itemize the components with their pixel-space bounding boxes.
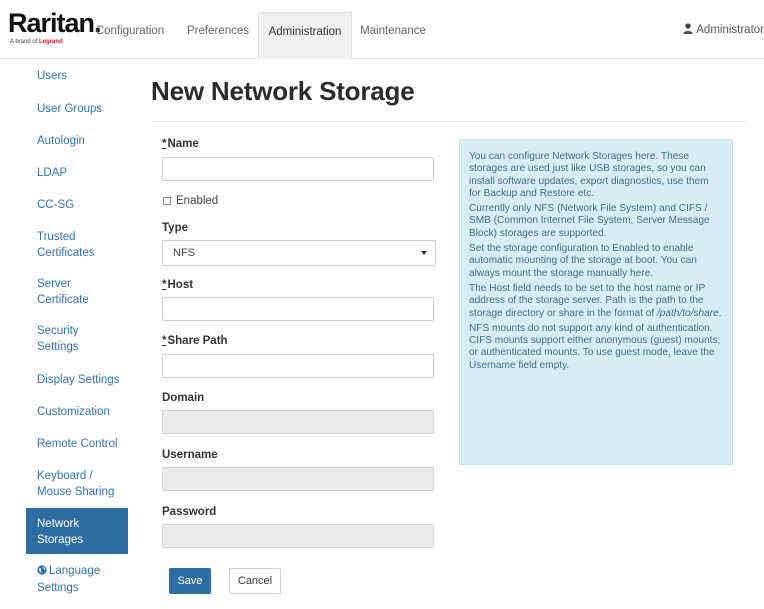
tab-configuration[interactable]: Configuration xyxy=(90,12,170,50)
share-path-field[interactable] xyxy=(162,354,434,378)
help-text-overview: You can configure Network Storages here.… xyxy=(469,151,709,199)
username-label: Username xyxy=(162,449,218,461)
globe-icon xyxy=(37,564,47,580)
domain-field[interactable] xyxy=(162,410,434,434)
username-field[interactable] xyxy=(162,467,434,491)
sidebar-item-network-storages[interactable]: Network Storages xyxy=(26,508,128,554)
name-field[interactable] xyxy=(162,157,434,181)
sidebar-item-autologin[interactable]: Autologin xyxy=(26,133,128,149)
help-panel: You can configure Network Storages here.… xyxy=(459,139,733,465)
help-text-enabled: Set the storage configuration to Enabled… xyxy=(469,243,697,279)
sidebar-item-server-certificate[interactable]: Server Certificate xyxy=(26,276,128,308)
required-marker: * xyxy=(162,335,167,347)
sidebar-item-cc-sg[interactable]: CC-SG xyxy=(26,197,128,213)
host-label: *Host xyxy=(162,279,194,291)
name-label: *Name xyxy=(162,138,199,150)
logo-text: Raritan. xyxy=(8,8,102,38)
caret-down-icon xyxy=(421,251,427,255)
path-format-example: /path/to/share xyxy=(656,307,719,319)
sidebar-item-display-settings[interactable]: Display Settings xyxy=(26,372,128,388)
top-bar: Raritan. A brand of Legrand Configuratio… xyxy=(0,0,764,59)
sidebar-item-keyboard-mouse-sharing[interactable]: Keyboard / Mouse Sharing xyxy=(26,468,128,500)
password-field[interactable] xyxy=(162,524,434,548)
sidebar-item-security-settings[interactable]: Security Settings xyxy=(26,323,128,355)
logo-tagline: A brand of Legrand xyxy=(10,39,63,45)
help-text-authentication: NFS mounts do not support any kind of au… xyxy=(469,322,721,371)
tab-maintenance[interactable]: Maintenance xyxy=(356,12,430,50)
host-field[interactable] xyxy=(162,297,434,321)
person-icon xyxy=(683,23,693,37)
sidebar-item-language-settings[interactable]: Language Settings xyxy=(26,563,128,596)
save-button[interactable]: Save xyxy=(169,568,211,594)
help-text-supported-types: Currently only NFS (Network File System)… xyxy=(469,203,710,239)
enabled-checkbox[interactable] xyxy=(163,197,171,205)
sidebar-item-remote-control[interactable]: Remote Control xyxy=(26,436,128,452)
legrand-brand: Legrand xyxy=(39,39,63,45)
sidebar-item-ldap[interactable]: LDAP xyxy=(26,165,128,181)
enabled-label: Enabled xyxy=(176,195,219,207)
title-divider xyxy=(151,121,747,122)
type-label: Type xyxy=(162,222,188,234)
sidebar-item-customization[interactable]: Customization xyxy=(26,404,128,420)
type-select-value: NFS xyxy=(173,247,195,259)
sidebar-item-trusted-certificates[interactable]: Trusted Certificates xyxy=(26,229,128,261)
domain-label: Domain xyxy=(162,392,205,404)
password-label: Password xyxy=(162,506,217,518)
required-marker: * xyxy=(162,138,167,150)
tab-administration[interactable]: Administration xyxy=(258,12,352,59)
cancel-button[interactable]: Cancel xyxy=(229,568,281,594)
page-title: New Network Storage xyxy=(151,76,415,106)
share-path-label: *Share Path xyxy=(162,335,228,347)
raritan-logo[interactable]: Raritan. A brand of Legrand xyxy=(8,8,102,48)
user-menu[interactable]: Administrator xyxy=(683,23,764,37)
type-select[interactable]: NFS xyxy=(162,240,436,266)
tab-preferences[interactable]: Preferences xyxy=(182,12,254,50)
sidebar-item-user-groups[interactable]: User Groups xyxy=(26,101,128,117)
required-marker: * xyxy=(162,279,167,291)
user-name: Administrator xyxy=(696,24,764,37)
sidebar-item-users[interactable]: Users xyxy=(26,68,128,84)
help-text-host-path: The Host field needs to be set to the ho… xyxy=(469,282,722,319)
